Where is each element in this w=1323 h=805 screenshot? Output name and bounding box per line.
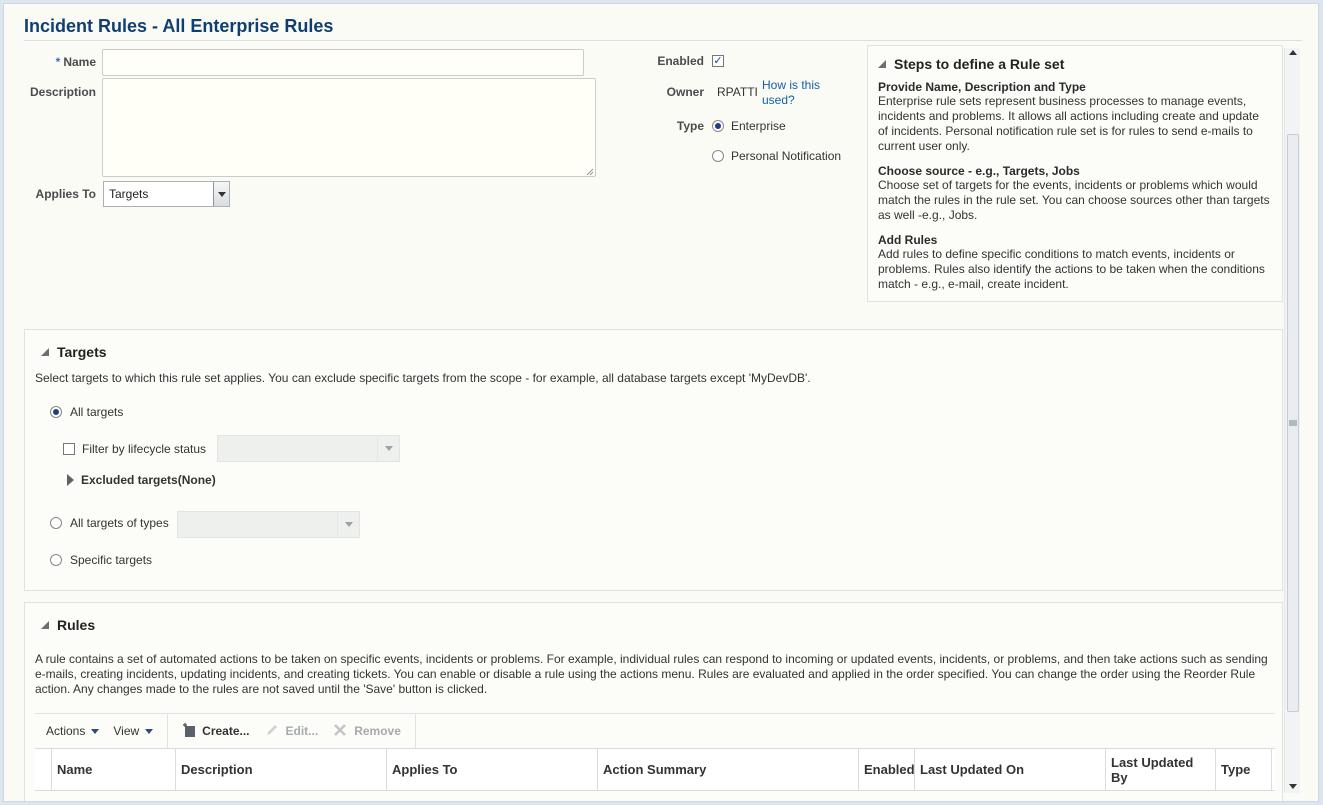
lifecycle-status-select [217, 435, 400, 462]
chevron-down-icon [91, 728, 100, 734]
pencil-icon [264, 722, 280, 741]
remove-button[interactable]: Remove [332, 722, 401, 741]
step-2-heading: Choose source - e.g., Targets, Jobs [878, 164, 1080, 178]
targets-of-types-option[interactable]: All targets of types [50, 516, 169, 530]
rules-header[interactable]: Rules [41, 617, 95, 633]
create-label: Create... [202, 724, 250, 738]
description-label: Description [29, 85, 96, 99]
excluded-targets-label: Excluded targets(None) [81, 473, 216, 487]
name-label: * Name [55, 55, 96, 69]
type-enterprise-option[interactable]: Enterprise [712, 119, 786, 133]
enabled-label: Enabled [657, 54, 704, 68]
chevron-down-icon [145, 728, 154, 734]
page-title: Incident Rules - All Enterprise Rules [24, 16, 334, 36]
type-personal-option[interactable]: Personal Notification [712, 149, 841, 163]
name-input[interactable] [102, 49, 584, 76]
view-menu[interactable]: View [113, 724, 154, 738]
collapse-triangle-icon[interactable] [41, 348, 49, 356]
column-action-summary[interactable]: Action Summary [598, 749, 859, 790]
targets-of-types-label: All targets of types [70, 516, 169, 530]
column-type[interactable]: Type [1216, 749, 1272, 790]
filter-lifecycle-label: Filter by lifecycle status [82, 442, 207, 456]
steps-header[interactable]: Steps to define a Rule set [878, 56, 1272, 72]
chevron-down-icon[interactable] [213, 182, 229, 206]
chevron-down-icon [377, 436, 399, 461]
column-description[interactable]: Description [176, 749, 387, 790]
column-name[interactable]: Name [52, 749, 176, 790]
applies-to-value: Targets [109, 187, 149, 201]
specific-targets-radio[interactable] [50, 554, 62, 566]
enabled-checkbox[interactable]: ✓ [712, 55, 724, 67]
collapse-triangle-icon[interactable] [41, 621, 49, 629]
type-personal-radio[interactable] [712, 150, 724, 162]
edit-label: Edit... [285, 724, 319, 738]
specific-targets-option[interactable]: Specific targets [50, 553, 152, 567]
scrollbar-thumb[interactable] [1287, 134, 1299, 712]
type-enterprise-label: Enterprise [731, 119, 786, 133]
row-selector-column [35, 749, 52, 790]
rules-description: A rule contains a set of automated actio… [35, 652, 1268, 696]
rules-panel: Rules A rule contains a set of automated… [24, 602, 1283, 801]
step-1-heading: Provide Name, Description and Type [878, 80, 1086, 94]
actions-menu-label: Actions [46, 724, 86, 738]
all-targets-label: All targets [70, 405, 124, 419]
title-divider [24, 40, 1302, 41]
column-applies-to[interactable]: Applies To [387, 749, 598, 790]
remove-label: Remove [354, 724, 401, 738]
column-last-updated-on[interactable]: Last Updated On [915, 749, 1106, 790]
targets-title: Targets [57, 344, 107, 360]
specific-targets-label: Specific targets [70, 553, 153, 567]
owner-label: Owner [666, 85, 704, 99]
description-textarea[interactable] [102, 78, 596, 177]
all-targets-option[interactable]: All targets [50, 405, 123, 419]
target-types-select [177, 511, 360, 538]
toolbar-separator [414, 714, 416, 748]
view-menu-label: View [113, 724, 140, 738]
actions-menu[interactable]: Actions [46, 724, 100, 738]
targets-description: Select targets to which this rule set ap… [35, 371, 811, 385]
remove-x-icon [332, 722, 348, 741]
type-personal-label: Personal Notification [731, 149, 842, 163]
create-icon [182, 722, 196, 741]
required-indicator: * [55, 55, 61, 69]
incident-rules-page: Incident Rules - All Enterprise Rules * N… [3, 3, 1319, 802]
vertical-scrollbar[interactable] [1284, 48, 1300, 793]
owner-help-link[interactable]: How is this used? [762, 78, 842, 108]
owner-value: RPATTI [717, 85, 758, 99]
step-3-heading: Add Rules [878, 233, 938, 247]
rules-toolbar: Actions View Create... Edit... Remove [35, 714, 1275, 748]
collapse-triangle-icon[interactable] [878, 60, 886, 68]
resize-grip-icon[interactable] [584, 165, 594, 176]
scroll-up-icon[interactable] [1289, 50, 1297, 55]
step-1-text: Enterprise rule sets represent business … [878, 94, 1259, 153]
applies-to-select[interactable]: Targets [103, 181, 230, 207]
excluded-targets-toggle[interactable]: Excluded targets(None) [67, 473, 216, 487]
step-3-text: Add rules to define specific conditions … [878, 247, 1265, 291]
targets-panel: Targets Select targets to which this rul… [24, 329, 1283, 591]
column-last-updated-by[interactable]: Last Updated By [1106, 749, 1216, 790]
steps-panel: Steps to define a Rule set Provide Name,… [867, 45, 1283, 302]
type-enterprise-radio[interactable] [712, 120, 724, 132]
rules-title: Rules [57, 617, 96, 633]
chevron-down-icon [337, 512, 359, 537]
create-button[interactable]: Create... [182, 722, 250, 741]
all-targets-radio[interactable] [50, 406, 62, 418]
filter-lifecycle-option[interactable]: Filter by lifecycle status [63, 442, 206, 456]
type-label: Type [676, 119, 704, 133]
expand-triangle-icon[interactable] [67, 474, 74, 486]
applies-to-label: Applies To [35, 187, 96, 201]
step-2-text: Choose set of targets for the events, in… [878, 178, 1270, 222]
steps-title: Steps to define a Rule set [894, 56, 1065, 72]
toolbar-separator [167, 714, 169, 748]
rules-table-header: Name Description Applies To Action Summa… [35, 748, 1275, 791]
scroll-down-icon[interactable] [1289, 784, 1297, 789]
targets-of-types-radio[interactable] [50, 517, 62, 529]
edit-button[interactable]: Edit... [264, 722, 319, 741]
column-enabled[interactable]: Enabled [859, 749, 915, 790]
filter-lifecycle-checkbox[interactable] [63, 443, 75, 455]
targets-header[interactable]: Targets [41, 344, 107, 360]
